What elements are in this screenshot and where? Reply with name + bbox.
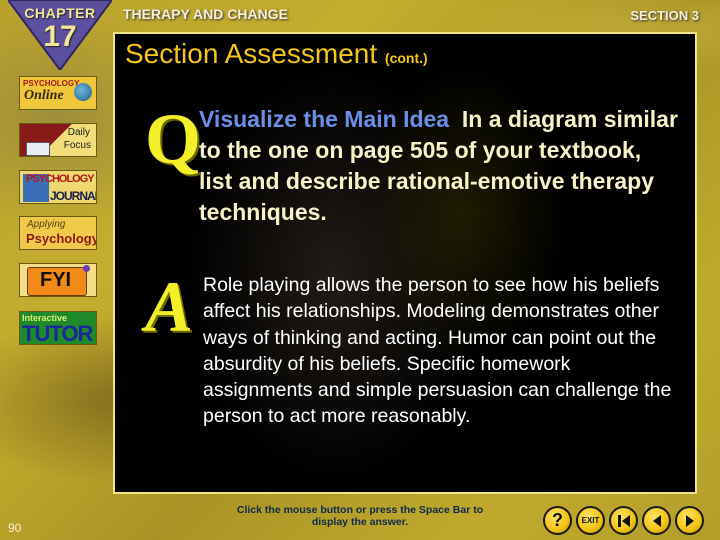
slide-panel[interactable]: Section Assessment (cont.) Q Visualize t… — [113, 32, 697, 494]
interactive-tutor-button[interactable]: Interactive TUTOR — [19, 311, 97, 345]
psychology-journal-line2: JOURNAL — [50, 189, 97, 203]
help-icon: ? — [552, 510, 563, 530]
applying-psychology-button[interactable]: Applying Psychology — [19, 216, 97, 250]
interactive-tutor-line2: TUTOR — [22, 321, 93, 345]
overhead-projector-icon — [26, 142, 50, 156]
psychology-online-line2: Online — [24, 88, 64, 103]
next-slide-button[interactable] — [675, 506, 704, 535]
exit-icon: EXIT — [581, 516, 600, 525]
fyi-button[interactable]: FYI — [19, 263, 97, 297]
first-slide-button[interactable] — [609, 506, 638, 535]
applying-psychology-line1: Applying — [27, 219, 66, 230]
book-globe-icon — [74, 83, 92, 101]
skip-to-start-icon — [617, 514, 630, 527]
answer-letter-icon: A — [145, 267, 194, 347]
psychology-online-line1: PSYCHOLOGY — [23, 79, 80, 88]
slide-title-suffix: (cont.) — [384, 50, 428, 66]
arrow-left-icon — [652, 514, 661, 527]
answer-text: Role playing allows the person to see ho… — [203, 274, 672, 428]
pushpin-icon — [83, 265, 90, 272]
daily-focus-line2: Focus — [63, 140, 91, 151]
question-text: Visualize the Main Idea In a diagram sim… — [199, 104, 679, 228]
slide-title: Section Assessment (cont.) — [125, 38, 428, 70]
chapter-title: THERAPY AND CHANGE — [123, 6, 288, 22]
page-number: 90 — [8, 521, 22, 535]
fyi-label: FYI — [40, 269, 72, 291]
exit-button[interactable]: EXIT — [576, 506, 605, 535]
psychology-journal-line1: PSYCHOLOGY — [26, 173, 95, 185]
daily-focus-button[interactable]: Daily Focus — [19, 123, 97, 157]
section-label: SECTION 3 — [630, 8, 699, 23]
applying-psychology-line2: Psychology — [26, 231, 97, 246]
daily-focus-line1: Daily — [67, 127, 90, 138]
question-heading: Visualize the Main Idea — [199, 106, 450, 132]
help-button[interactable]: ? — [543, 506, 572, 535]
psychology-online-button[interactable]: PSYCHOLOGY Online — [19, 76, 97, 110]
chapter-number: 17 — [43, 20, 77, 53]
chapter-badge: CHAPTER 17 — [8, 0, 112, 70]
chapter-label: CHAPTER — [24, 5, 96, 21]
arrow-right-icon — [685, 514, 694, 527]
instructions-text: Click the mouse button or press the Spac… — [236, 504, 484, 528]
slide-title-text: Section Assessment — [125, 38, 378, 69]
question-letter-icon: Q — [145, 99, 202, 179]
previous-slide-button[interactable] — [642, 506, 671, 535]
psychology-journal-button[interactable]: PSYCHOLOGY JOURNAL — [19, 170, 97, 204]
